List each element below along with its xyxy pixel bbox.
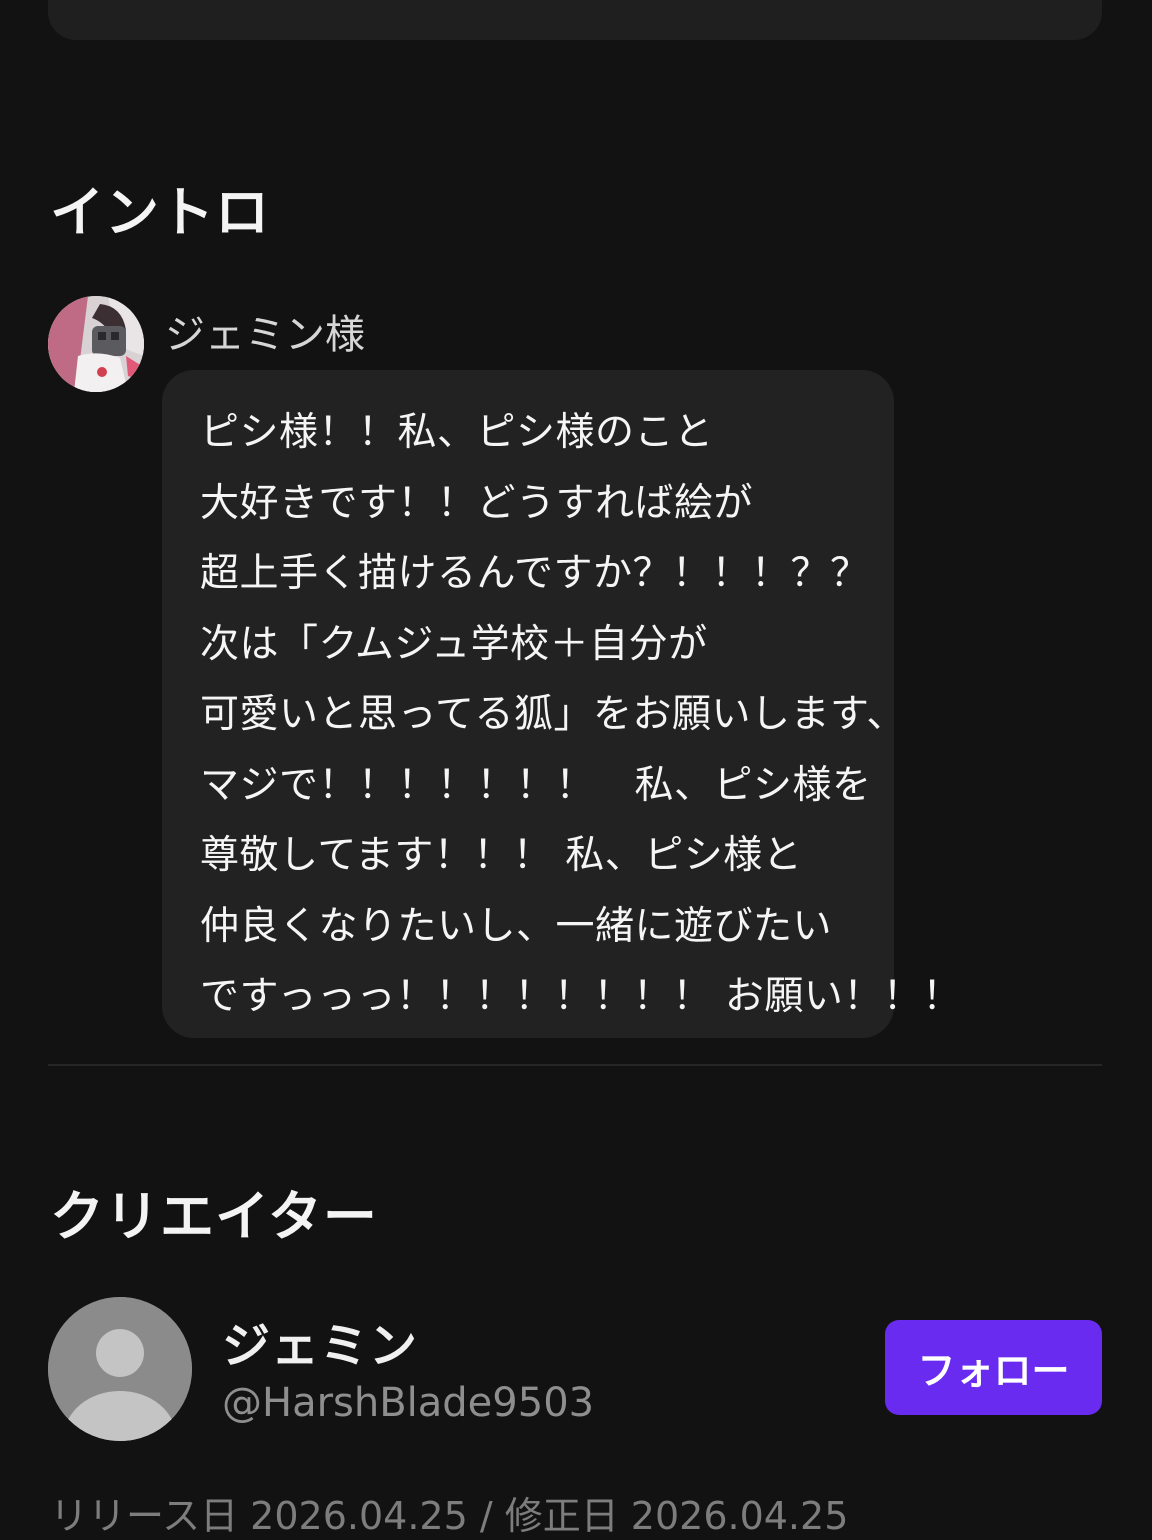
creator-section-title: クリエイター [50,1185,378,1248]
creator-name[interactable]: ジェミン [222,1306,418,1376]
message-line: マジで！！！！！！！ 私、ピシ様を [200,762,872,808]
message-line: 次は「クムジュ学校＋自分が [200,621,708,667]
message-line: 可愛いと思ってる狐」をお願いします、 [200,692,906,737]
creator-handle[interactable]: @HarshBlade9503 [222,1380,594,1426]
creator-avatar[interactable] [48,1297,192,1441]
section-divider [48,1064,1102,1066]
message-line: ピシ様！！私、ピシ様のこと [200,410,714,455]
message-line: 大好きです！！どうすれば絵が [200,480,754,526]
follow-button[interactable]: フォロー [885,1320,1102,1415]
message-line: ですっっっ！！！！！！！！ お願い！！！ [200,974,962,1019]
character-name: ジェミン様 [165,312,365,358]
message-line: 超上手く描けるんですか？！！！？？ [200,551,870,596]
message-line: 尊敬してます！！！ 私、ピシ様と [200,833,803,878]
character-avatar-image [48,296,144,392]
message-line: 仲良くなりたいし、一緒に遊びたい [200,903,833,949]
previous-card [48,0,1102,40]
default-user-icon [48,1297,192,1441]
release-dates: リリース日 2026.04.25 / 修正日 2026.04.25 [50,1494,849,1538]
character-avatar[interactable] [48,296,144,392]
intro-section-title: イントロ [50,181,270,244]
intro-message-bubble: ピシ様！！私、ピシ様のこと 大好きです！！どうすれば絵が 超上手く描けるんですか… [162,370,962,1038]
